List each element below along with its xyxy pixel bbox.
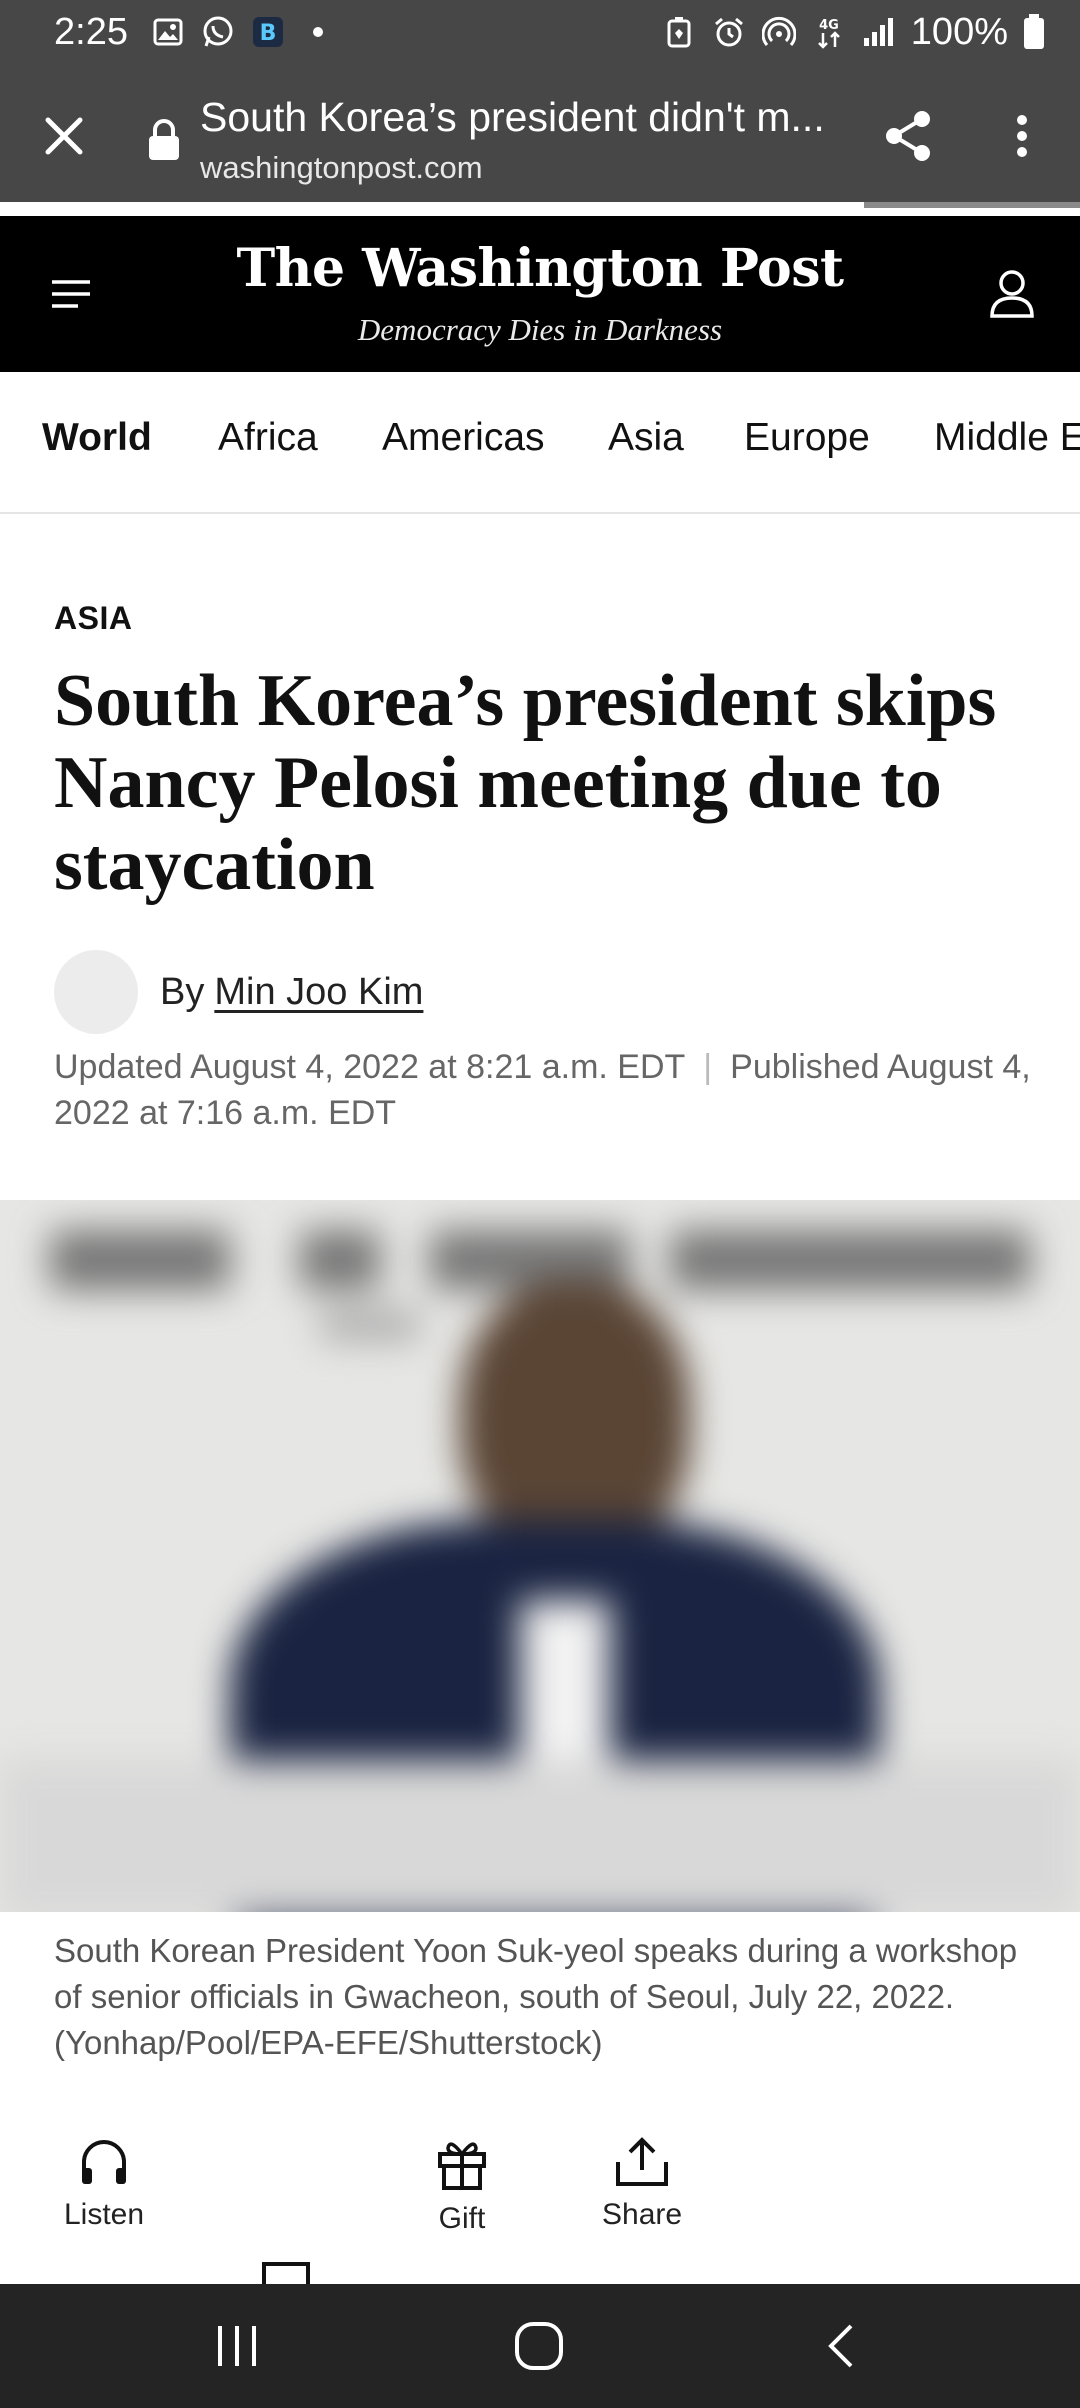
headphones-icon: [82, 2140, 127, 2184]
battery-icon: [1022, 14, 1046, 50]
alarm-icon: [711, 14, 747, 50]
page-load-progress: [0, 202, 1080, 208]
status-bar: 2:25 B 4G 100%: [0, 0, 1080, 64]
page-title[interactable]: South Korea’s president didn't m...: [200, 94, 840, 141]
byline-prefix: By: [160, 970, 205, 1013]
battery-percent: 100%: [910, 10, 1008, 53]
browser-toolbar: South Korea’s president didn't m... wash…: [0, 64, 1080, 208]
section-kicker[interactable]: ASIA: [54, 600, 132, 637]
site-tagline: Democracy Dies in Darkness: [357, 312, 723, 347]
nav-item-middle-east[interactable]: Middle East: [934, 416, 1080, 460]
whatsapp-icon: [200, 14, 236, 50]
battery-saver-icon: [661, 14, 697, 50]
site-logo[interactable]: The Washington Post: [0, 238, 1080, 299]
progress-fill: [0, 202, 864, 208]
app-notification-icon: B: [250, 14, 286, 50]
home-icon: [515, 2322, 563, 2370]
section-nav: World Africa Americas Asia Europe Middle…: [0, 372, 1080, 514]
back-button[interactable]: [806, 2314, 876, 2378]
upload-share-icon: [616, 2137, 669, 2186]
nav-item-world[interactable]: World: [42, 416, 152, 460]
more-options-button[interactable]: [990, 104, 1054, 168]
hotspot-icon: [761, 14, 797, 50]
nav-item-africa[interactable]: Africa: [218, 416, 318, 460]
share-label: Share: [602, 2198, 683, 2231]
nav-item-americas[interactable]: Americas: [382, 416, 545, 460]
listen-label: Listen: [64, 2198, 145, 2231]
back-icon: [828, 2324, 853, 2368]
close-tab-button[interactable]: [32, 104, 96, 168]
network-4g-icon: 4G: [811, 14, 847, 50]
nav-item-asia[interactable]: Asia: [608, 416, 684, 460]
share-button[interactable]: Share: [602, 2136, 682, 2232]
article-headline: South Korea’s president skips Nancy Pelo…: [54, 660, 997, 906]
updated-timestamp: Updated August 4, 2022 at 8:21 a.m. EDT: [54, 1048, 686, 1086]
timestamp-separator: |: [703, 1048, 713, 1086]
share-icon: [886, 111, 930, 161]
author-link[interactable]: Min Joo Kim: [214, 971, 423, 1014]
notification-dot-icon: [300, 14, 336, 50]
account-icon[interactable]: [988, 268, 1036, 320]
author-avatar[interactable]: [54, 950, 138, 1034]
byline: By Min Joo Kim: [54, 950, 423, 1034]
svg-text:B: B: [260, 21, 277, 46]
nav-item-europe[interactable]: Europe: [744, 416, 870, 460]
photo-content: [0, 1200, 1080, 1912]
photo-caption: South Korean President Yoon Suk-yeol spe…: [54, 1932, 1018, 2061]
home-button[interactable]: [504, 2314, 574, 2378]
more-vertical-icon: [1017, 115, 1027, 157]
gift-icon: [438, 2142, 486, 2190]
svg-text:4G: 4G: [819, 18, 839, 33]
recent-apps-icon: [218, 2326, 256, 2366]
share-page-button[interactable]: [876, 104, 940, 168]
close-icon: [45, 117, 83, 155]
site-header: The Washington Post Democracy Dies in Da…: [0, 216, 1080, 372]
bookmark-icon[interactable]: [262, 2262, 310, 2284]
url-text[interactable]: washingtonpost.com: [200, 150, 483, 186]
status-time: 2:25: [54, 10, 128, 53]
signal-icon: [861, 14, 897, 50]
gift-button[interactable]: Gift: [436, 2136, 488, 2236]
lock-icon: [149, 119, 179, 160]
gift-label: Gift: [438, 2202, 486, 2235]
article-timestamps: Updated August 4, 2022 at 8:21 a.m. EDT |…: [54, 1044, 1044, 1136]
gallery-icon: [150, 14, 186, 50]
recent-apps-button[interactable]: [202, 2314, 272, 2378]
listen-button[interactable]: Listen: [64, 2136, 144, 2232]
article-photo[interactable]: [0, 1200, 1080, 1912]
system-navigation-bar: [0, 2284, 1080, 2408]
